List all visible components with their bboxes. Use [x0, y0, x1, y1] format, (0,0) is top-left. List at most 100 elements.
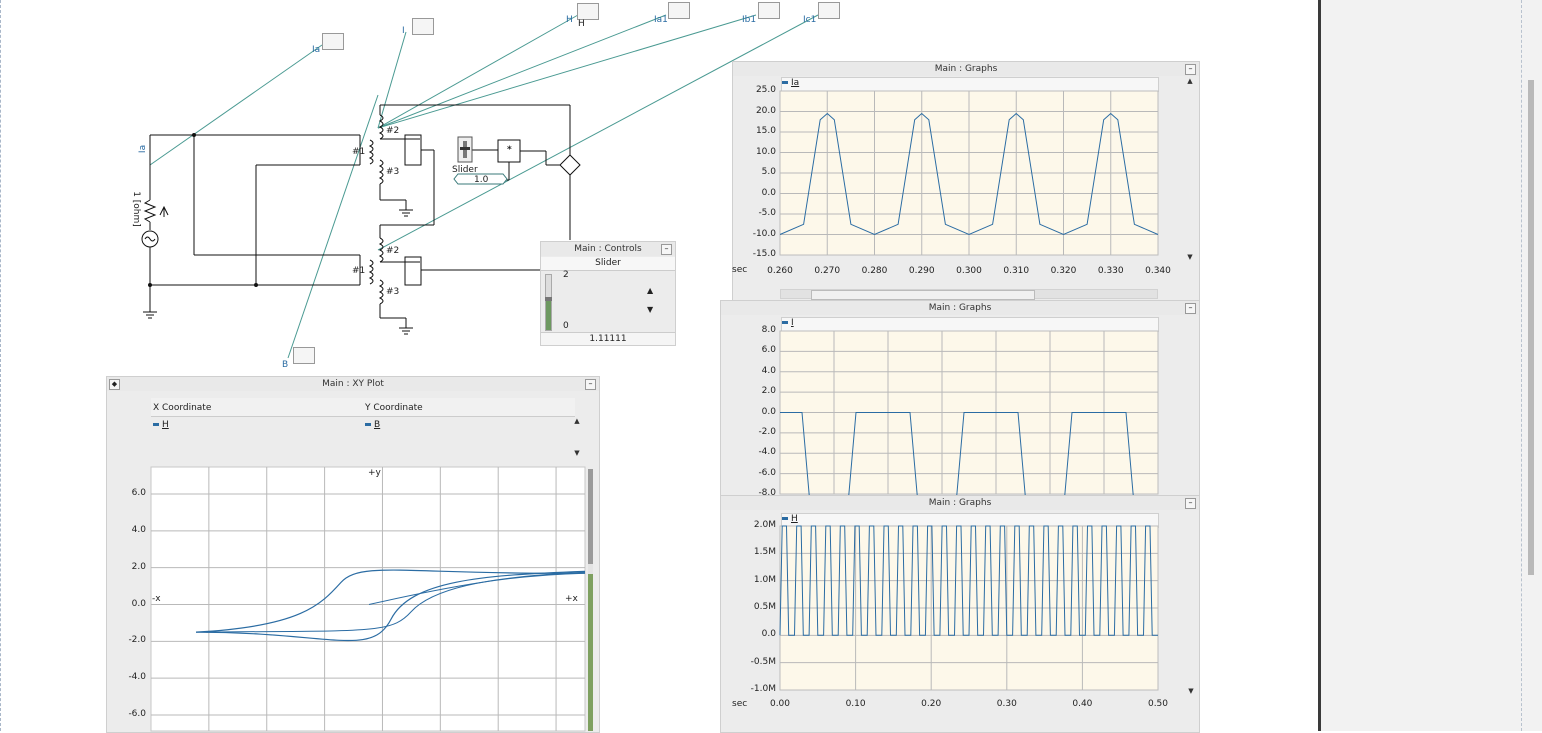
winding-top-3: #3 [386, 167, 400, 177]
xy-scroll-fill [588, 574, 593, 731]
slider-down-arrow[interactable]: ▼ [647, 305, 653, 314]
graph-ia-plot[interactable] [779, 90, 1159, 256]
graph-ia-y-tick: 5.0 [761, 167, 776, 177]
meter-icon [322, 33, 344, 50]
meter-b-label: B [282, 360, 289, 370]
graph-ia-x-tick: 0.270 [814, 266, 841, 276]
controls-panel[interactable]: Main : Controls – Slider 2 0 ▲ ▼ 1.11111 [540, 241, 676, 346]
xy-plot-area[interactable] [150, 466, 586, 732]
xy-x-signal: H [153, 420, 169, 430]
xy-y-tick: -4.0 [128, 672, 146, 683]
graph-ia-y-tick: 0.0 [761, 187, 776, 198]
xy-y-tick: 2.0 [131, 561, 146, 572]
controls-title: Main : Controls [541, 242, 675, 256]
xy-plus-y: +y [368, 468, 381, 478]
graph-ia-x-tick: 0.300 [956, 266, 982, 276]
winding-bot-1: #1 [352, 266, 366, 276]
graph-h-y-tick: 1.0M [753, 574, 776, 585]
minimize-button[interactable]: – [1185, 303, 1196, 314]
xy-scroll-thumb[interactable] [588, 469, 593, 564]
meter-h-label-2: H [578, 19, 585, 29]
graph-h-x-tick: 0.10 [845, 699, 866, 709]
legend-ia: Ia [791, 78, 800, 88]
graph-ia-legend: Ia [781, 77, 1159, 92]
scroll-down-arrow[interactable]: ▼ [1186, 253, 1194, 261]
xy-y-signal: B [365, 420, 380, 430]
minimize-button[interactable]: – [661, 244, 672, 255]
graph-ia-x-tick: 0.340 [1145, 266, 1171, 276]
meter-h-label: H [566, 15, 573, 25]
minimize-button[interactable]: – [1185, 498, 1196, 509]
meter-ic1-label: Ic1 [803, 15, 817, 25]
graph-ia-y-tick: -5.0 [758, 208, 776, 218]
graph-ia-x-tick: 0.320 [1050, 266, 1077, 276]
winding-bot-2: #2 [386, 246, 400, 256]
graph-h-x-tick: 0.40 [1072, 699, 1093, 709]
scroll-down-arrow[interactable]: ▼ [1187, 687, 1195, 695]
graph-ia-y-tick: 15.0 [755, 126, 776, 136]
xy-y-tick: 4.0 [131, 524, 146, 535]
graph-h-title: Main : Graphs [721, 496, 1199, 510]
legend-i: I [791, 318, 794, 328]
graph-i-y-tick: 4.0 [761, 365, 776, 376]
graph-h-x-tick: 0.50 [1147, 699, 1169, 709]
graph-ia-x-tick: 0.290 [908, 266, 935, 276]
graph-i-y-tick: -2.0 [758, 426, 776, 437]
xy-header-row [151, 398, 575, 417]
meter-ia-label: Ia [312, 45, 321, 55]
meter-icon [818, 2, 840, 19]
meter-icon [668, 2, 690, 19]
vertical-scrollbar[interactable] [1528, 80, 1534, 575]
xy-scroll-track[interactable] [588, 469, 593, 731]
graph-h-y-tick: -1.0M [750, 684, 776, 694]
graph-ia-x-tick: 0.260 [767, 266, 793, 276]
slider-track[interactable] [545, 274, 552, 331]
graph-i-plot[interactable] [779, 330, 1159, 505]
legend-h: H [791, 514, 798, 524]
graph-ia-y-tick: 20.0 [755, 105, 776, 116]
graph-h-y-tick: 0.0 [761, 629, 776, 640]
circuit-lines [141, 104, 581, 335]
winding-bot-3: #3 [386, 287, 400, 297]
hscroll-thumb[interactable] [811, 290, 1035, 300]
graph-i-y-tick: -4.0 [758, 447, 776, 458]
xy-options-icon[interactable]: ◆ [109, 379, 120, 390]
scroll-down-arrow[interactable]: ▼ [573, 449, 581, 457]
xy-plus-x: +x [565, 594, 578, 604]
meter-icon [412, 18, 434, 35]
scroll-up-arrow[interactable]: ▲ [1186, 77, 1194, 85]
xy-x-header: X Coordinate [153, 403, 212, 413]
xy-y-tick: -2.0 [128, 635, 146, 646]
graph-ia-hscroll[interactable] [780, 289, 1158, 300]
graph-i-y-tick: 8.0 [761, 325, 776, 335]
graph-h-x-tick: 0.00 [769, 699, 791, 709]
controls-header: Slider [541, 257, 675, 271]
graph-ia-y-tick: 25.0 [755, 85, 776, 95]
scroll-up-arrow[interactable]: ▲ [573, 417, 581, 425]
meter-icon [293, 347, 315, 364]
graph-i-y-tick: 6.0 [761, 345, 776, 356]
xy-plot-title: Main : XY Plot [107, 377, 599, 391]
meter-ia1-label: Ia1 [654, 15, 668, 25]
graph-i-y-tick: 0.0 [761, 406, 776, 417]
resistor-label: 1 [ohm] [130, 191, 141, 227]
graph-ia-y-tick: -15.0 [752, 249, 776, 259]
slider-value: 1.11111 [541, 332, 675, 345]
slider-fill [546, 299, 551, 330]
xy-y-tick: 6.0 [131, 488, 146, 498]
graph-h-y-tick: 2.0M [753, 520, 776, 530]
minimize-button[interactable]: – [585, 379, 596, 390]
slider-up-arrow[interactable]: ▲ [647, 286, 653, 295]
slider-max: 2 [563, 270, 569, 280]
minimize-button[interactable]: – [1185, 64, 1196, 75]
graph-ia-y-tick: -10.0 [752, 228, 776, 239]
xy-minus-x: -x [152, 594, 161, 604]
graph-ia-x-unit: sec [732, 265, 748, 275]
xy-y-tick: 0.0 [131, 598, 146, 609]
graph-h-y-tick: -0.5M [750, 656, 776, 667]
graph-ia-x-tick: 0.330 [1097, 266, 1124, 276]
graph-h-plot[interactable] [779, 525, 1159, 691]
ia-probe-label: Ia [138, 144, 149, 154]
slider-thumb[interactable] [545, 296, 552, 301]
graph-i-legend: I [781, 317, 1159, 332]
